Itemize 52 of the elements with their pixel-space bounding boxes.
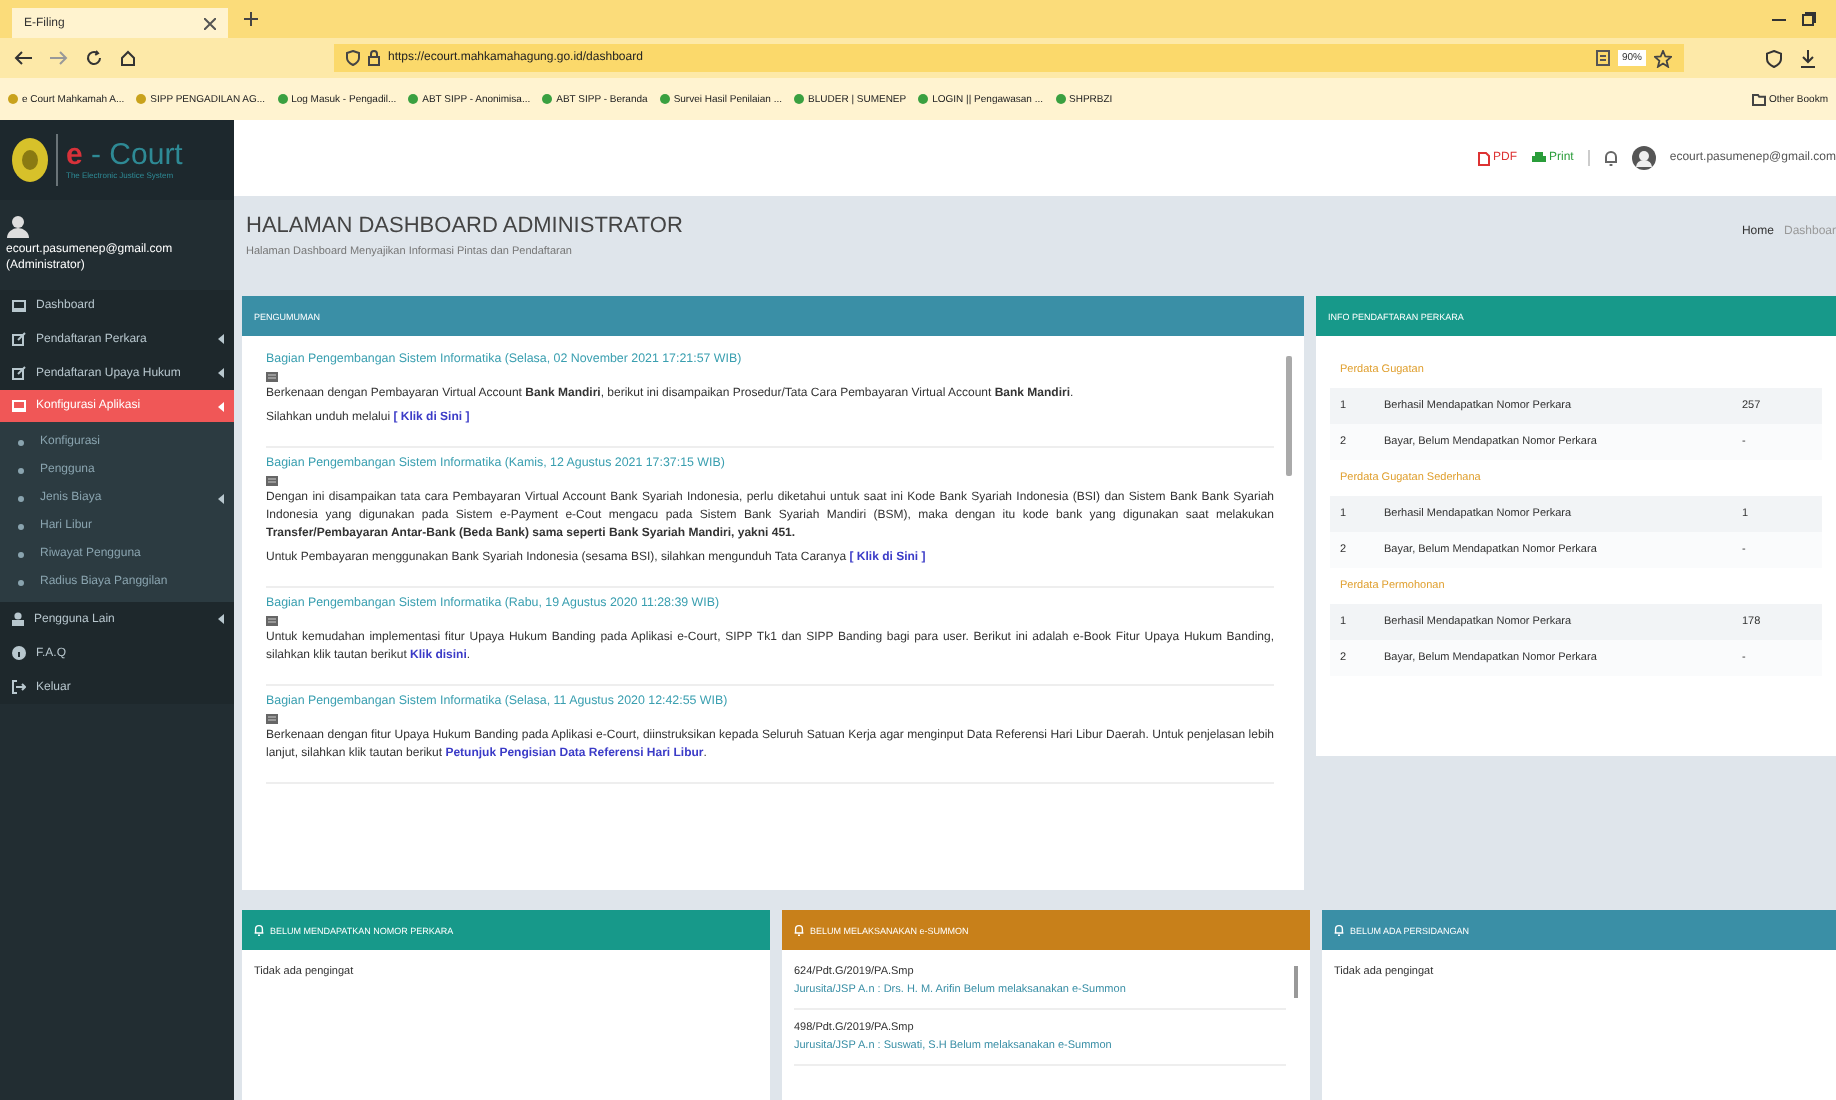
edit-icon — [12, 332, 26, 346]
scrollbar[interactable] — [1294, 966, 1298, 998]
bell-icon — [254, 924, 264, 936]
message-icon — [266, 714, 278, 724]
logout-icon — [12, 680, 26, 694]
bookmark-icon — [659, 94, 670, 104]
message-icon — [266, 372, 278, 382]
download-icon[interactable] — [1800, 49, 1816, 67]
bookmark-icon — [542, 94, 553, 104]
bell-icon[interactable] — [1603, 150, 1618, 166]
bookmark-icon — [136, 94, 147, 104]
user-icon — [12, 612, 24, 626]
bookmark-icon — [1055, 94, 1066, 104]
bullet-icon — [18, 523, 24, 529]
folder-icon — [1751, 93, 1766, 105]
bullet-icon — [18, 467, 24, 473]
lock-icon — [368, 50, 380, 66]
close-icon[interactable] — [204, 17, 216, 29]
back-icon[interactable] — [14, 50, 32, 66]
shield-icon[interactable] — [1766, 49, 1782, 67]
page-title: HALAMAN DASHBOARD ADMINISTRATOR — [246, 214, 683, 238]
bookmark-icon — [8, 94, 18, 104]
reader-icon[interactable] — [1595, 50, 1610, 66]
bullet-icon — [18, 495, 24, 501]
info-icon — [12, 646, 26, 660]
message-icon — [266, 476, 278, 486]
edit-icon — [12, 366, 26, 380]
shield-icon — [346, 50, 360, 66]
monitor-icon — [12, 400, 26, 412]
avatar-icon — [1631, 146, 1656, 170]
bullet-icon — [18, 439, 24, 445]
restore-icon[interactable] — [1802, 12, 1816, 26]
new-tab-icon[interactable] — [244, 12, 258, 26]
scrollbar[interactable] — [1286, 356, 1292, 476]
bell-icon — [1334, 924, 1344, 936]
bookmark-icon — [794, 94, 805, 104]
bullet-icon — [18, 551, 24, 557]
monitor-icon — [12, 300, 26, 312]
bullet-icon — [18, 579, 24, 585]
home-icon[interactable] — [120, 50, 136, 66]
document-icon — [1477, 151, 1490, 165]
bookmark-icon — [918, 94, 929, 104]
bell-icon — [794, 924, 804, 936]
reload-icon[interactable] — [86, 50, 102, 66]
message-icon — [266, 616, 278, 626]
logo-text: e - Court — [66, 140, 183, 170]
star-icon[interactable] — [1654, 49, 1672, 67]
bookmark-icon — [408, 94, 419, 104]
printer-icon — [1531, 152, 1546, 164]
avatar-icon — [6, 214, 30, 238]
emblem-icon — [12, 138, 48, 182]
bookmark-icon — [277, 94, 288, 104]
